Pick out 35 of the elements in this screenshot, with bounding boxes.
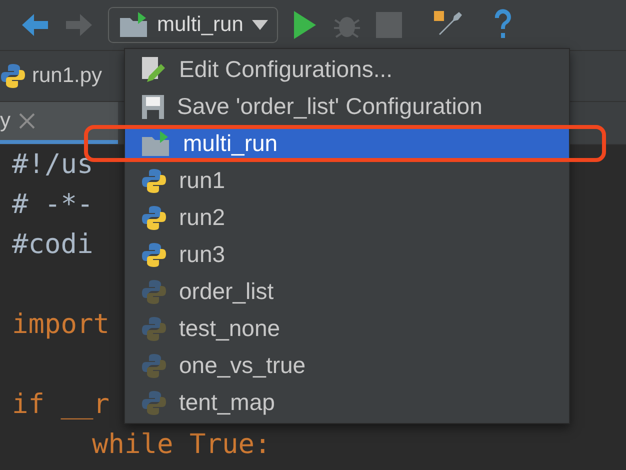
folder-run-icon bbox=[141, 130, 171, 156]
code-text: #!/us bbox=[12, 149, 94, 180]
menu-item[interactable]: tent_map bbox=[125, 384, 569, 421]
back-arrow-icon[interactable] bbox=[20, 12, 50, 38]
forward-arrow-icon[interactable] bbox=[64, 12, 94, 38]
menu-item[interactable]: test_none bbox=[125, 310, 569, 347]
tab-label: y bbox=[0, 109, 10, 133]
menu-item[interactable]: run2 bbox=[125, 199, 569, 236]
code-text: #codi bbox=[12, 229, 94, 260]
code-text: import bbox=[12, 309, 110, 340]
run-configuration-dropdown[interactable]: multi_run bbox=[108, 7, 278, 43]
python-icon bbox=[141, 278, 167, 304]
menu-item[interactable]: Save 'order_list' Configuration bbox=[125, 88, 569, 125]
menu-item[interactable]: one_vs_true bbox=[125, 347, 569, 384]
python-icon bbox=[141, 316, 167, 342]
python-icon bbox=[141, 204, 167, 230]
code-text: if __r bbox=[12, 389, 110, 420]
pencil-document-icon bbox=[141, 56, 167, 84]
menu-item[interactable]: run1 bbox=[125, 162, 569, 199]
python-icon bbox=[141, 242, 167, 268]
folder-run-icon bbox=[119, 12, 149, 38]
menu-item[interactable]: run3 bbox=[125, 236, 569, 273]
close-icon[interactable] bbox=[18, 113, 34, 129]
menu-item[interactable]: Edit Configurations... bbox=[125, 51, 569, 88]
python-icon bbox=[141, 352, 167, 378]
editor-tab[interactable]: y bbox=[0, 102, 118, 144]
caret-icon bbox=[251, 19, 270, 31]
python-icon bbox=[141, 390, 167, 416]
code-text: while True: bbox=[92, 429, 271, 460]
code-text: # -*- bbox=[12, 189, 94, 220]
run-icon[interactable] bbox=[292, 10, 318, 40]
python-icon bbox=[0, 63, 26, 89]
menu-item[interactable]: order_list bbox=[125, 273, 569, 310]
file-breadcrumb[interactable]: run1.py bbox=[32, 64, 102, 88]
python-icon bbox=[141, 168, 167, 194]
